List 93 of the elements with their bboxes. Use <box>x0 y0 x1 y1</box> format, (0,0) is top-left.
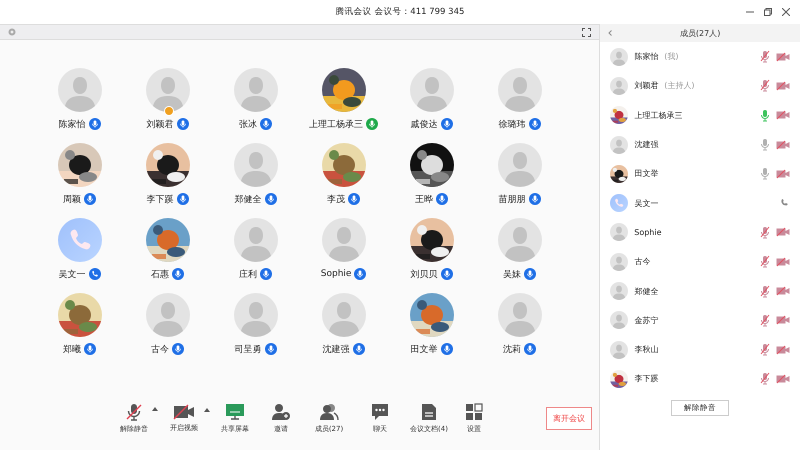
restore-icon[interactable] <box>764 8 772 16</box>
member-row[interactable]: 吴文一 <box>600 188 800 218</box>
member-name: 上理工杨承三 <box>634 110 682 121</box>
participant-name: 戚俊达 <box>410 118 438 130</box>
person-avatar-icon <box>610 252 628 271</box>
member-name: 李下蹊 <box>634 373 658 384</box>
participant-name: 郑曦 <box>63 344 82 356</box>
member-row[interactable]: 金苏宁 <box>600 306 800 335</box>
collapse-icon[interactable] <box>608 30 612 36</box>
participant-name: 王晔 <box>415 194 434 206</box>
person-avatar-icon <box>498 68 542 112</box>
member-row[interactable]: 刘颖君 (主持人) <box>600 71 800 101</box>
document-icon <box>421 402 437 420</box>
participant-name: 上理工杨承三 <box>309 118 364 130</box>
member-name: 郑健全 <box>634 286 658 297</box>
phone-avatar-icon <box>58 218 102 262</box>
person-avatar-icon <box>610 136 628 154</box>
participant-name: 司呈勇 <box>234 344 262 356</box>
chat-icon <box>371 402 389 420</box>
member-row[interactable]: 郑健全 <box>600 276 800 306</box>
participant-name: 李下蹊 <box>146 194 174 206</box>
person-avatar-icon <box>322 293 366 337</box>
person-avatar-icon <box>498 218 542 262</box>
participant-name: 古今 <box>151 344 170 356</box>
participant-name: 石惠 <box>151 268 170 280</box>
person-avatar-icon <box>58 68 102 112</box>
member-name: Sophie <box>634 228 662 237</box>
person-avatar-icon <box>610 282 628 300</box>
participant-name: 张冰 <box>239 118 258 130</box>
participant-name: 徐璐玮 <box>498 118 526 130</box>
screen-share-icon <box>225 402 245 420</box>
participant-name: 沈建强 <box>322 344 350 356</box>
window-title: 腾讯会议 会议号：411 799 345 <box>336 6 464 18</box>
member-role: (我) <box>664 51 678 62</box>
person-avatar-icon <box>610 76 628 95</box>
leave-meeting-button[interactable]: 离开会议 <box>546 406 592 430</box>
phone-icon <box>780 198 790 208</box>
participant-name: 吴妹 <box>503 268 522 280</box>
member-row[interactable]: 田文举 <box>600 159 800 188</box>
participant-name: 田文举 <box>410 344 438 356</box>
member-name: 吴文一 <box>634 198 658 209</box>
participant-name: 周颖 <box>63 194 82 206</box>
member-role: (主持人) <box>664 80 694 92</box>
member-row[interactable]: Sophie <box>600 218 800 248</box>
settings-icon <box>465 402 483 420</box>
member-name: 古今 <box>634 256 650 268</box>
caret-icon[interactable] <box>204 408 210 412</box>
person-avatar-icon <box>610 340 628 359</box>
person-avatar-icon <box>610 223 628 242</box>
person-avatar-icon <box>610 48 628 66</box>
person-avatar-icon <box>610 311 628 330</box>
person-avatar-icon <box>410 68 454 112</box>
person-avatar-icon <box>322 218 366 262</box>
member-row[interactable]: 古今 <box>600 247 800 276</box>
member-row[interactable]: 李下蹊 <box>600 364 800 394</box>
participant-name: 刘颖君 <box>146 118 174 130</box>
caret-icon[interactable] <box>152 406 158 410</box>
member-name: 金苏宁 <box>634 314 658 326</box>
participant-name: 庄利 <box>239 268 258 280</box>
person-avatar-icon <box>234 218 278 262</box>
member-row[interactable]: 上理工杨承三 <box>600 100 800 130</box>
person-avatar-icon <box>234 143 278 187</box>
muted-mic-icon <box>126 402 142 420</box>
fullscreen-icon[interactable] <box>582 28 592 36</box>
member-name: 沈建强 <box>634 139 658 150</box>
person-avatar-icon <box>146 293 190 337</box>
member-name: 陈家怡 <box>634 51 658 62</box>
member-row[interactable]: 沈建强 <box>600 130 800 160</box>
member-name: 李秋山 <box>634 344 658 356</box>
participant-name: 郑健全 <box>234 194 262 206</box>
participant-name: 刘贝贝 <box>410 268 438 280</box>
person-avatar-icon <box>146 68 190 112</box>
add-person-icon <box>271 402 291 420</box>
close-icon[interactable] <box>782 8 790 16</box>
participant-name: 陈家怡 <box>58 118 86 130</box>
participant-name: 沈莉 <box>503 344 522 356</box>
participant-name: 李茂 <box>327 194 346 206</box>
participant-name: 苗朋朋 <box>498 194 526 206</box>
phone-icon <box>88 268 101 280</box>
member-name: 田文举 <box>634 168 658 180</box>
member-row[interactable]: 陈家怡 (我) <box>600 42 800 72</box>
person-avatar-icon <box>234 293 278 337</box>
person-avatar-icon <box>498 143 542 187</box>
member-row[interactable]: 李秋山 <box>600 334 800 364</box>
participant-name: 吴文一 <box>58 268 86 280</box>
panel-title: 成员(27人) <box>680 28 720 38</box>
person-avatar-icon <box>234 68 278 112</box>
member-name: 刘颖君 <box>634 80 658 92</box>
camera-off-icon <box>173 404 195 420</box>
people-icon <box>319 402 339 420</box>
participant-name: Sophie <box>320 269 352 279</box>
person-avatar-icon <box>498 293 542 337</box>
phone-avatar-icon <box>610 194 628 212</box>
